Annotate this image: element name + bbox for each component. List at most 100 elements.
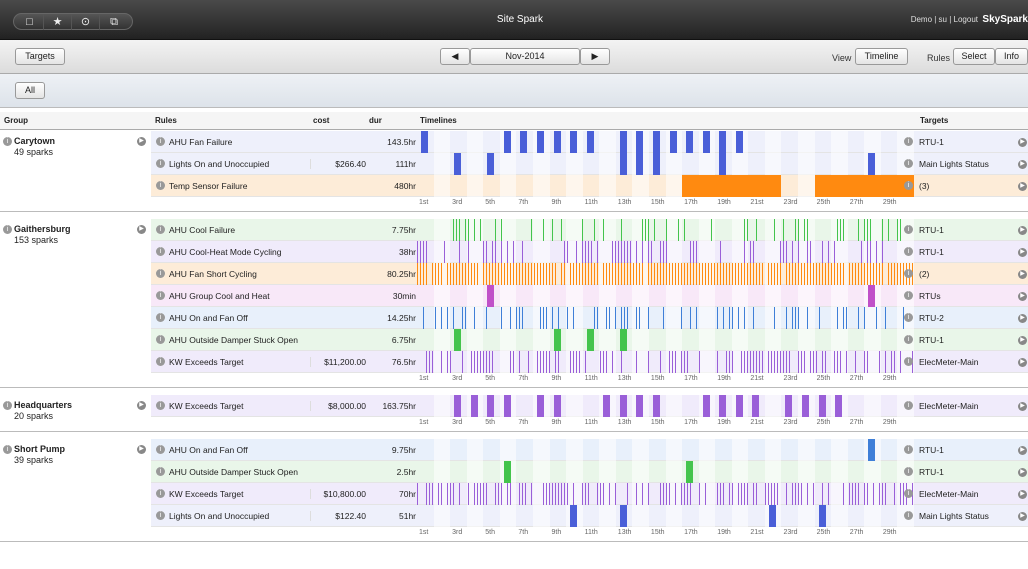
spark-tick[interactable] (612, 241, 613, 263)
rule-row[interactable]: i AHU Fan Short Cycling 80.25hr i (2) ▶ (151, 263, 1028, 285)
spark-tick[interactable] (537, 351, 538, 373)
spark-tick[interactable] (540, 307, 541, 329)
spark-tick[interactable] (576, 241, 577, 263)
spark-tick[interactable] (672, 263, 673, 285)
spark-tick[interactable] (648, 351, 649, 373)
spark-tick[interactable] (660, 263, 661, 285)
spark-tick[interactable] (669, 351, 670, 373)
spark-tick[interactable] (882, 241, 883, 263)
spark-tick[interactable] (747, 263, 748, 285)
target-name[interactable]: RTU-1 (919, 247, 944, 257)
spark-tick[interactable] (852, 263, 853, 285)
spark-tick[interactable] (477, 483, 478, 505)
spark-tick[interactable] (468, 219, 469, 241)
spark-tick[interactable] (744, 219, 745, 241)
target-name[interactable]: RTU-1 (919, 445, 944, 455)
info-icon[interactable]: i (156, 181, 165, 190)
spark-tick[interactable] (720, 263, 721, 285)
info-icon[interactable]: i (156, 489, 165, 498)
spark-tick[interactable] (876, 241, 877, 263)
spark-tick[interactable] (675, 483, 676, 505)
spark-tick[interactable] (453, 307, 454, 329)
info-icon[interactable]: i (156, 137, 165, 146)
spark-tick[interactable] (711, 219, 712, 241)
rule-name[interactable]: Temp Sensor Failure (169, 181, 247, 191)
spark-bar[interactable] (636, 153, 644, 175)
spark-tick[interactable] (867, 351, 868, 373)
spark-tick[interactable] (777, 351, 778, 373)
spark-tick[interactable] (657, 263, 658, 285)
rule-row[interactable]: i AHU Outside Damper Stuck Open 2.5hr i RTU-… (151, 461, 1028, 483)
arrow-right-icon[interactable]: ▶ (1018, 314, 1027, 323)
rule-row[interactable]: i Lights On and Unoccupied $122.40 51hr i Mai… (151, 505, 1028, 527)
spark-tick[interactable] (738, 307, 739, 329)
spark-tick[interactable] (834, 351, 835, 373)
spark-tick[interactable] (486, 263, 487, 285)
spark-tick[interactable] (789, 263, 790, 285)
spark-bar[interactable] (868, 285, 876, 307)
spark-bar[interactable] (503, 131, 511, 153)
spark-tick[interactable] (417, 483, 418, 505)
spark-tick[interactable] (528, 351, 529, 373)
spark-tick[interactable] (426, 241, 427, 263)
spark-bar[interactable] (619, 395, 627, 417)
spark-tick[interactable] (684, 483, 685, 505)
spark-tick[interactable] (549, 263, 550, 285)
spark-tick[interactable] (858, 307, 859, 329)
spark-tick[interactable] (480, 483, 481, 505)
spark-tick[interactable] (543, 483, 544, 505)
all-filter-button[interactable]: All (15, 82, 45, 99)
rule-name[interactable]: AHU Fan Failure (169, 137, 232, 147)
spark-tick[interactable] (795, 483, 796, 505)
arrow-right-icon[interactable]: ▶ (1018, 138, 1027, 147)
spark-tick[interactable] (819, 263, 820, 285)
spark-tick[interactable] (621, 263, 622, 285)
spark-tick[interactable] (855, 351, 856, 373)
spark-tick[interactable] (795, 263, 796, 285)
spark-bar[interactable] (503, 395, 511, 417)
spark-bar[interactable] (487, 153, 495, 175)
rule-row[interactable]: i AHU Group Cool and Heat 30min i RTUs ▶ (151, 285, 1028, 307)
spark-tick[interactable] (894, 351, 895, 373)
spark-tick[interactable] (792, 263, 793, 285)
spark-tick[interactable] (726, 263, 727, 285)
spark-bar[interactable] (553, 395, 561, 417)
spark-tick[interactable] (441, 351, 442, 373)
spark-tick[interactable] (807, 483, 808, 505)
spark-tick[interactable] (624, 241, 625, 263)
spark-tick[interactable] (462, 263, 463, 285)
spark-tick[interactable] (576, 263, 577, 285)
spark-tick[interactable] (708, 263, 709, 285)
spark-tick[interactable] (699, 263, 700, 285)
spark-bar[interactable] (536, 395, 544, 417)
spark-tick[interactable] (729, 483, 730, 505)
spark-tick[interactable] (744, 351, 745, 373)
spark-tick[interactable] (870, 263, 871, 285)
spark-tick[interactable] (474, 351, 475, 373)
arrow-right-icon[interactable]: ▶ (1018, 182, 1027, 191)
spark-tick[interactable] (879, 351, 880, 373)
target-name[interactable]: (2) (919, 269, 929, 279)
spark-tick[interactable] (717, 351, 718, 373)
spark-tick[interactable] (564, 263, 565, 285)
spark-bar[interactable] (719, 131, 727, 153)
spark-tick[interactable] (636, 263, 637, 285)
spark-tick[interactable] (696, 307, 697, 329)
spark-bar[interactable] (520, 131, 528, 153)
spark-tick[interactable] (519, 351, 520, 373)
spark-tick[interactable] (471, 351, 472, 373)
rule-row[interactable]: i KW Exceeds Target $10,800.00 70hr i ElecMet… (151, 483, 1028, 505)
spark-tick[interactable] (786, 307, 787, 329)
spark-tick[interactable] (804, 351, 805, 373)
spark-tick[interactable] (597, 483, 598, 505)
spark-tick[interactable] (489, 263, 490, 285)
spark-tick[interactable] (804, 219, 805, 241)
spark-bar[interactable] (619, 131, 627, 153)
spark-tick[interactable] (573, 307, 574, 329)
arrow-right-icon[interactable]: ▶ (137, 137, 146, 146)
spark-tick[interactable] (432, 263, 433, 285)
spark-tick[interactable] (750, 241, 751, 263)
spark-tick[interactable] (717, 483, 718, 505)
spark-bar[interactable] (619, 505, 627, 527)
spark-tick[interactable] (588, 241, 589, 263)
